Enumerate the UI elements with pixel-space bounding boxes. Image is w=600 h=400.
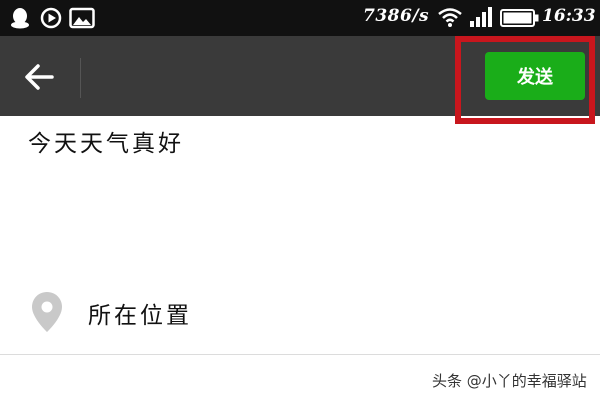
play-icon — [40, 7, 62, 29]
signal-icon — [470, 7, 492, 27]
photo-icon — [69, 7, 95, 29]
back-arrow-icon — [25, 64, 54, 90]
watermark: 头条 @小丫的幸福驿站 — [432, 372, 587, 390]
status-bar: 7386/s 16:33 — [0, 0, 600, 36]
send-button[interactable]: 发送 — [485, 52, 585, 100]
clock: 16:33 — [542, 6, 596, 26]
net-speed: 7386/s — [363, 6, 430, 26]
back-button[interactable] — [16, 54, 62, 100]
post-text[interactable]: 今天天气真好 — [28, 124, 184, 158]
location-label: 所在位置 — [88, 303, 192, 329]
app-bar: 发送 — [0, 36, 600, 124]
app-bar-divider — [80, 58, 81, 98]
location-row[interactable]: 所在位置 — [0, 280, 600, 344]
content-divider — [0, 354, 600, 355]
battery-icon — [500, 9, 539, 27]
qq-icon — [11, 8, 29, 29]
location-pin-icon — [32, 292, 62, 332]
wifi-icon — [438, 8, 462, 27]
